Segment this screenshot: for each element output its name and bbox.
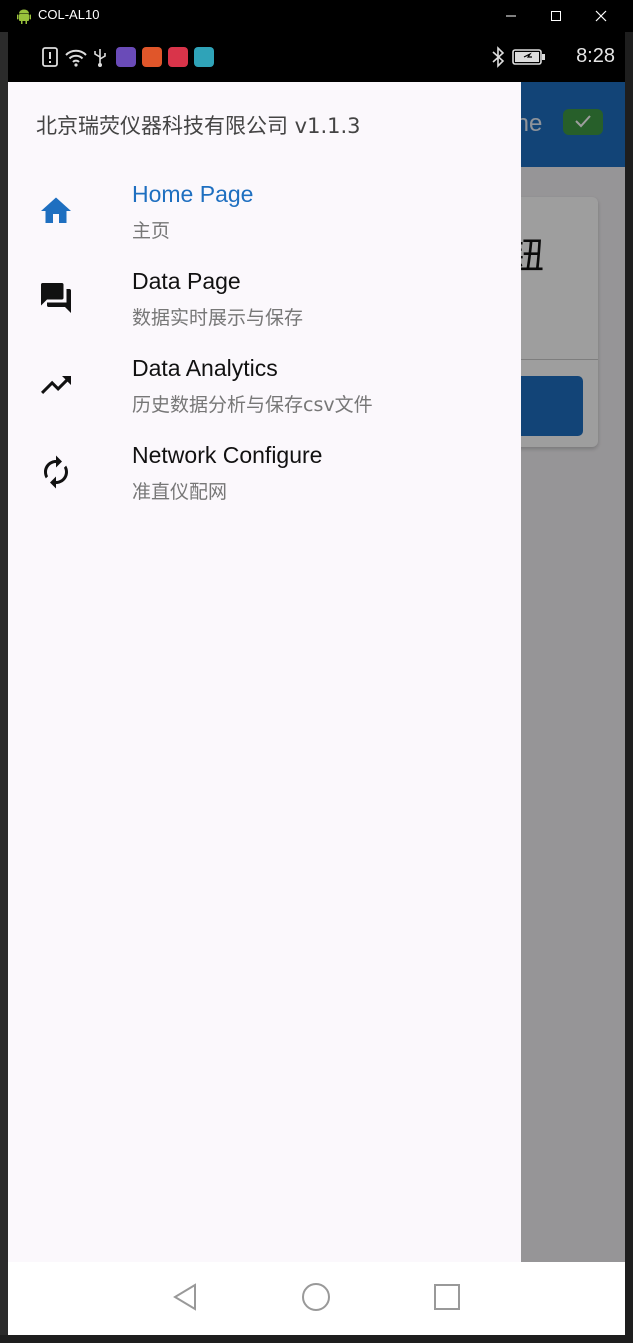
nav-item-home[interactable]: Home Page 主页 xyxy=(8,175,521,262)
refresh-icon xyxy=(38,454,74,490)
window-titlebar: COL-AL10 xyxy=(0,0,633,32)
host-bottom-strip xyxy=(0,1335,633,1343)
nav-item-title: Home Page xyxy=(132,181,254,207)
app-icon-red xyxy=(168,47,188,67)
nav-item-title: Network Configure xyxy=(132,442,323,468)
android-icon xyxy=(16,8,32,24)
window-title: COL-AL10 xyxy=(38,7,100,22)
app-icon-teal xyxy=(194,47,214,67)
nav-item-subtitle: 历史数据分析与保存csv文件 xyxy=(132,394,373,416)
home-icon xyxy=(38,193,74,229)
close-icon xyxy=(595,10,607,22)
status-bar: 8:28 xyxy=(8,32,625,82)
nav-item-analytics[interactable]: Data Analytics 历史数据分析与保存csv文件 xyxy=(8,349,521,436)
nav-item-network[interactable]: Network Configure 准直仪配网 xyxy=(8,436,521,523)
host-right-strip xyxy=(625,32,633,1343)
alert-icon xyxy=(42,46,58,68)
drawer-header: 北京瑞荧仪器科技有限公司 v1.1.3 xyxy=(36,114,361,138)
navigation-drawer: 北京瑞荧仪器科技有限公司 v1.1.3 Home Page 主页 Data Pa… xyxy=(8,82,521,1262)
bluetooth-icon xyxy=(490,46,506,68)
minimize-icon xyxy=(505,10,517,22)
recents-button[interactable] xyxy=(430,1282,464,1316)
back-icon xyxy=(171,1282,199,1316)
nav-item-title: Data Analytics xyxy=(132,355,278,381)
usb-icon xyxy=(93,46,107,68)
home-circle-icon xyxy=(301,1282,331,1316)
app-icon-orange xyxy=(142,47,162,67)
minimize-button[interactable] xyxy=(491,4,531,28)
phone-screen: 8:28 line 钮 北京瑞荧仪器科技有限公司 v1.1.3 Home Pag… xyxy=(8,32,625,1335)
host-sidebar-strip xyxy=(0,32,8,1343)
nav-item-data[interactable]: Data Page 数据实时展示与保存 xyxy=(8,262,521,349)
maximize-icon xyxy=(550,10,562,22)
nav-item-subtitle: 主页 xyxy=(132,220,171,242)
home-button[interactable] xyxy=(299,1282,333,1316)
nav-item-title: Data Page xyxy=(132,268,241,294)
system-navigation-bar xyxy=(8,1262,625,1335)
close-button[interactable] xyxy=(581,4,621,28)
recents-icon xyxy=(433,1283,461,1315)
maximize-button[interactable] xyxy=(536,4,576,28)
wifi-icon xyxy=(64,46,88,68)
nav-item-subtitle: 准直仪配网 xyxy=(132,481,228,503)
nav-item-subtitle: 数据实时展示与保存 xyxy=(132,307,304,329)
back-button[interactable] xyxy=(168,1282,202,1316)
trending-up-icon xyxy=(38,367,74,403)
app-icon-purple xyxy=(116,47,136,67)
forum-icon xyxy=(38,280,74,316)
battery-icon xyxy=(512,46,546,68)
status-time: 8:28 xyxy=(576,45,615,67)
